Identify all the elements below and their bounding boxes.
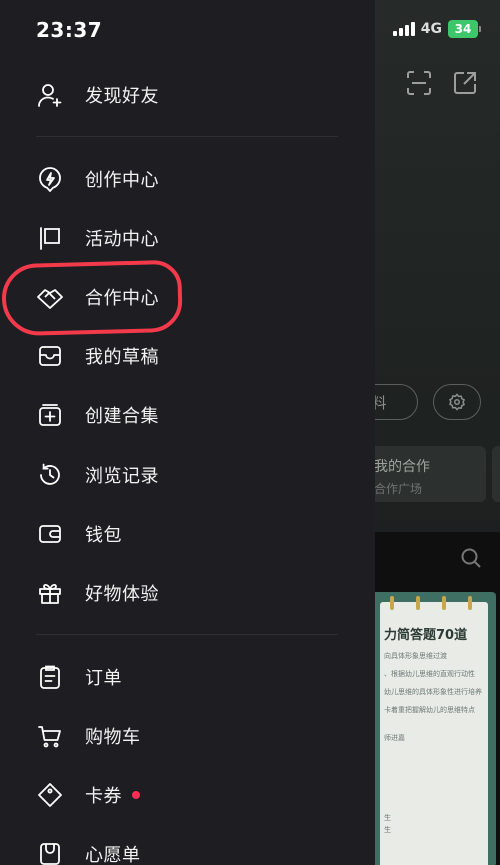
lightning-icon — [36, 165, 64, 193]
status-time: 23:37 — [36, 18, 103, 42]
menu-divider — [36, 634, 338, 635]
signal-icon — [392, 22, 415, 36]
collab-card-title: 我的合作 — [374, 459, 430, 475]
gift-icon — [36, 579, 64, 607]
clipboard-icon — [36, 663, 64, 691]
scan-icon[interactable] — [406, 70, 432, 96]
menu-item-browse-history[interactable]: 浏览记录 — [36, 455, 159, 495]
network-type: 4G — [420, 21, 442, 37]
thumbnail-line: 、根据幼儿思维的直观行动性 — [384, 670, 475, 678]
settings-button[interactable] — [433, 384, 481, 420]
thumbnail-line: 生 — [384, 814, 391, 822]
menu-item-find-friends[interactable]: 发现好友 — [36, 75, 159, 115]
menu-item-label: 心愿单 — [85, 845, 141, 865]
next-card-edge — [492, 446, 500, 502]
menu-item-product-trial[interactable]: 好物体验 — [36, 573, 159, 613]
notification-dot — [132, 791, 140, 799]
flag-icon — [36, 224, 64, 252]
menu-item-creator-center[interactable]: 创作中心 — [36, 159, 159, 199]
thumbnail-line: 向具体形象思维过渡 — [384, 652, 447, 660]
gear-icon — [448, 393, 466, 411]
coupon-icon — [36, 781, 64, 809]
menu-item-label: 钱包 — [85, 525, 122, 546]
menu-item-label: 卡券 — [85, 786, 122, 807]
binder-ring — [468, 596, 472, 610]
history-clock-icon — [36, 461, 64, 489]
thumbnail-line: 师进嘉 — [384, 734, 405, 742]
thumbnail-title: 力简答题70道 — [384, 628, 468, 643]
highlight-annotation — [1, 259, 183, 337]
menu-item-wallet[interactable]: 钱包 — [36, 514, 122, 554]
battery-level: 34 — [454, 22, 472, 36]
share-icon[interactable] — [452, 70, 478, 96]
profile-top-actions — [406, 70, 478, 96]
thumbnail-page: 力简答题70道 向具体形象思维过渡 、根据幼儿思维的直观行动性 幼儿思维的具体形… — [380, 602, 488, 865]
menu-item-create-collection[interactable]: 创建合集 — [36, 395, 159, 435]
battery-icon: 34 — [448, 20, 481, 38]
binder-ring — [390, 596, 394, 610]
menu-item-coupons[interactable]: 卡券 — [36, 775, 140, 815]
menu-item-label: 活动中心 — [85, 229, 159, 250]
menu-item-label: 好物体验 — [85, 584, 159, 605]
menu-item-label: 购物车 — [85, 727, 141, 748]
menu-item-label: 浏览记录 — [85, 466, 159, 487]
menu-item-my-drafts[interactable]: 我的草稿 — [36, 336, 159, 376]
cart-icon — [36, 722, 64, 750]
menu-item-label: 我的草稿 — [85, 347, 159, 368]
menu-divider — [36, 136, 338, 137]
status-bar: 23:37 4G 34 — [0, 0, 500, 60]
add-collection-icon — [36, 401, 64, 429]
menu-item-wishlist[interactable]: 心愿单 — [36, 834, 141, 865]
binder-ring — [442, 596, 446, 610]
side-drawer: 发现好友 创作中心 活动中心 合作中心 我的草稿 创建合集 浏览记录 钱包 好物… — [0, 0, 375, 865]
search-icon[interactable] — [460, 547, 482, 569]
thumbnail-line: 生 — [384, 826, 391, 834]
thumbnail-line: 幼儿思维的具体形象性进行培养 — [384, 688, 482, 696]
inbox-icon — [36, 342, 64, 370]
binder-ring — [416, 596, 420, 610]
menu-item-shopping-cart[interactable]: 购物车 — [36, 716, 141, 756]
wishlist-icon — [36, 840, 64, 865]
thumbnail-line: 卡着重把握解幼儿的思维特点 — [384, 706, 475, 714]
menu-item-label: 发现好友 — [85, 86, 159, 107]
menu-item-label: 创作中心 — [85, 170, 159, 191]
menu-item-orders[interactable]: 订单 — [36, 657, 122, 697]
add-user-icon — [36, 81, 64, 109]
status-indicators: 4G 34 — [392, 20, 481, 38]
menu-item-label: 订单 — [85, 668, 122, 689]
post-thumbnail[interactable]: 力简答题70道 向具体形象思维过渡 、根据幼儿思维的直观行动性 幼儿思维的具体形… — [372, 592, 496, 865]
wallet-icon — [36, 520, 64, 548]
menu-item-activity-center[interactable]: 活动中心 — [36, 218, 159, 258]
menu-item-label: 创建合集 — [85, 406, 159, 427]
collab-card-subtitle: 合作广场 — [374, 482, 423, 496]
